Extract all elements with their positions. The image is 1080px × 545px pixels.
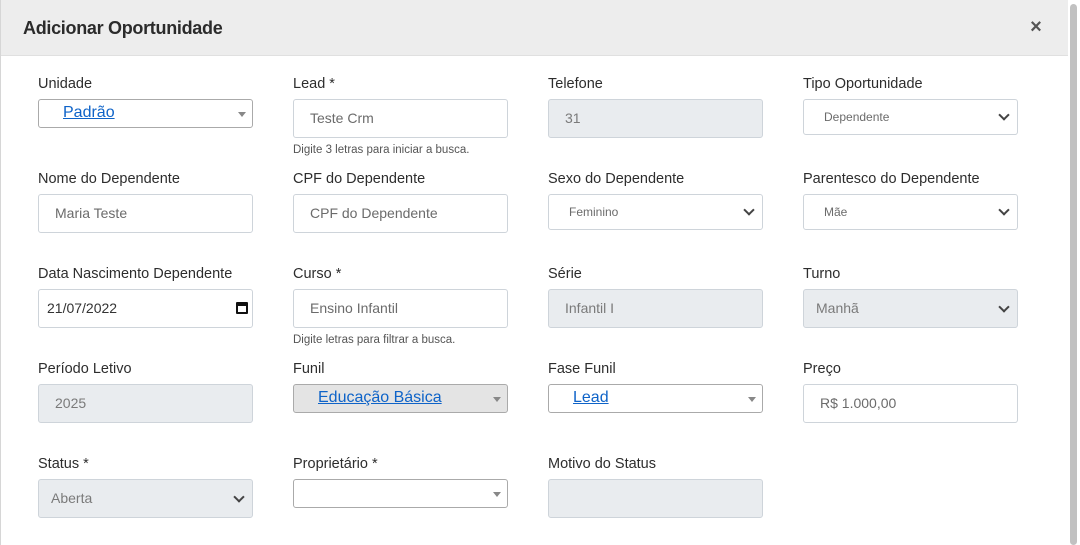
status-field: Status * Aberta [38,454,253,518]
telefone-field: Telefone 31 [548,74,763,138]
funil-select: Educação Básica [293,384,508,413]
periodo-letivo-label: Período Letivo [38,361,132,377]
data-nascimento-field: Data Nascimento Dependente 21/07/2022 [38,264,253,328]
status-value: Aberta [51,490,93,506]
serie-label: Série [548,266,582,282]
motivo-status-input [548,479,763,518]
caret-down-icon [238,112,246,117]
periodo-letivo-field: Período Letivo 2025 [38,359,253,423]
lead-field: Lead * Teste Crm Digite 3 letras para in… [293,74,508,156]
preco-label: Preço [803,361,841,377]
caret-down-icon [493,492,501,497]
funil-field: Funil Educação Básica [293,359,508,413]
caret-down-icon [493,397,501,402]
turno-label: Turno [803,266,841,282]
cpf-dependente-field: CPF do Dependente CPF do Dependente [293,169,508,233]
nome-dependente-label: Nome do Dependente [38,171,180,187]
proprietario-field: Proprietário * [293,454,508,508]
sexo-dependente-field: Sexo do Dependente Feminino [548,169,763,230]
data-nascimento-label: Data Nascimento Dependente [38,266,233,282]
parentesco-dependente-label: Parentesco do Dependente [803,171,980,187]
data-nascimento-value: 21/07/2022 [47,300,118,316]
close-icon[interactable]: × [1027,16,1045,38]
lead-label: Lead * [293,76,335,92]
funil-value: Educação Básica [318,389,442,406]
serie-field: Série Infantil I [548,264,763,328]
chevron-down-icon [233,490,245,503]
telefone-label: Telefone [548,76,603,92]
periodo-letivo-input: 2025 [38,384,253,423]
fase-funil-field: Fase Funil Lead [548,359,763,413]
motivo-status-label: Motivo do Status [548,456,656,472]
proprietario-select[interactable] [293,479,508,508]
caret-down-icon [748,397,756,402]
chevron-down-icon [998,109,1010,121]
tipo-oportunidade-value: Dependente [824,110,890,124]
fase-funil-select[interactable]: Lead [548,384,763,413]
fase-funil-label: Fase Funil [548,361,616,377]
sexo-dependente-select[interactable]: Feminino [548,194,763,230]
funil-label: Funil [293,361,325,377]
nome-dependente-input[interactable]: Maria Teste [38,194,253,233]
curso-label: Curso * [293,266,342,282]
status-label: Status * [38,456,89,472]
unidade-field: Unidade Padrão [38,74,253,128]
add-opportunity-modal: Adicionar Oportunidade × Unidade Padrão … [0,0,1069,545]
tipo-oportunidade-label: Tipo Oportunidade [803,76,923,92]
modal-header: Adicionar Oportunidade × [1,0,1069,56]
cpf-dependente-input[interactable]: CPF do Dependente [293,194,508,233]
parentesco-dependente-value: Mãe [824,205,848,219]
turno-value: Manhã [816,300,859,316]
chevron-down-icon [998,204,1010,216]
unidade-label: Unidade [38,76,93,92]
lead-hint: Digite 3 letras para iniciar a busca. [293,144,470,156]
data-nascimento-input[interactable]: 21/07/2022 [38,289,253,328]
parentesco-dependente-select[interactable]: Mãe [803,194,1018,230]
cpf-dependente-label: CPF do Dependente [293,171,426,187]
proprietario-label: Proprietário * [293,456,378,472]
preco-field: Preço R$ 1.000,00 [803,359,1018,423]
telefone-input: 31 [548,99,763,138]
serie-input: Infantil I [548,289,763,328]
unidade-value: Padrão [63,104,115,121]
curso-field: Curso * Ensino Infantil Digite letras pa… [293,264,508,346]
curso-input[interactable]: Ensino Infantil [293,289,508,328]
calendar-icon[interactable] [236,302,248,314]
sexo-dependente-value: Feminino [569,205,619,219]
turno-field: Turno Manhã [803,264,1018,328]
preco-input[interactable]: R$ 1.000,00 [803,384,1018,423]
parentesco-dependente-field: Parentesco do Dependente Mãe [803,169,1018,230]
modal-title: Adicionar Oportunidade [23,18,223,38]
unidade-select[interactable]: Padrão [38,99,253,128]
chevron-down-icon [998,300,1010,313]
turno-select: Manhã [803,289,1018,328]
status-select: Aberta [38,479,253,518]
lead-input[interactable]: Teste Crm [293,99,508,138]
curso-hint: Digite letras para filtrar a busca. [293,334,456,346]
tipo-oportunidade-select[interactable]: Dependente [803,99,1018,135]
fase-funil-value: Lead [573,389,609,406]
motivo-status-field: Motivo do Status [548,454,763,518]
chevron-down-icon [743,204,755,216]
sexo-dependente-label: Sexo do Dependente [548,171,685,187]
nome-dependente-field: Nome do Dependente Maria Teste [38,169,253,233]
scrollbar-thumb[interactable] [1070,4,1077,545]
tipo-oportunidade-field: Tipo Oportunidade Dependente [803,74,1018,135]
